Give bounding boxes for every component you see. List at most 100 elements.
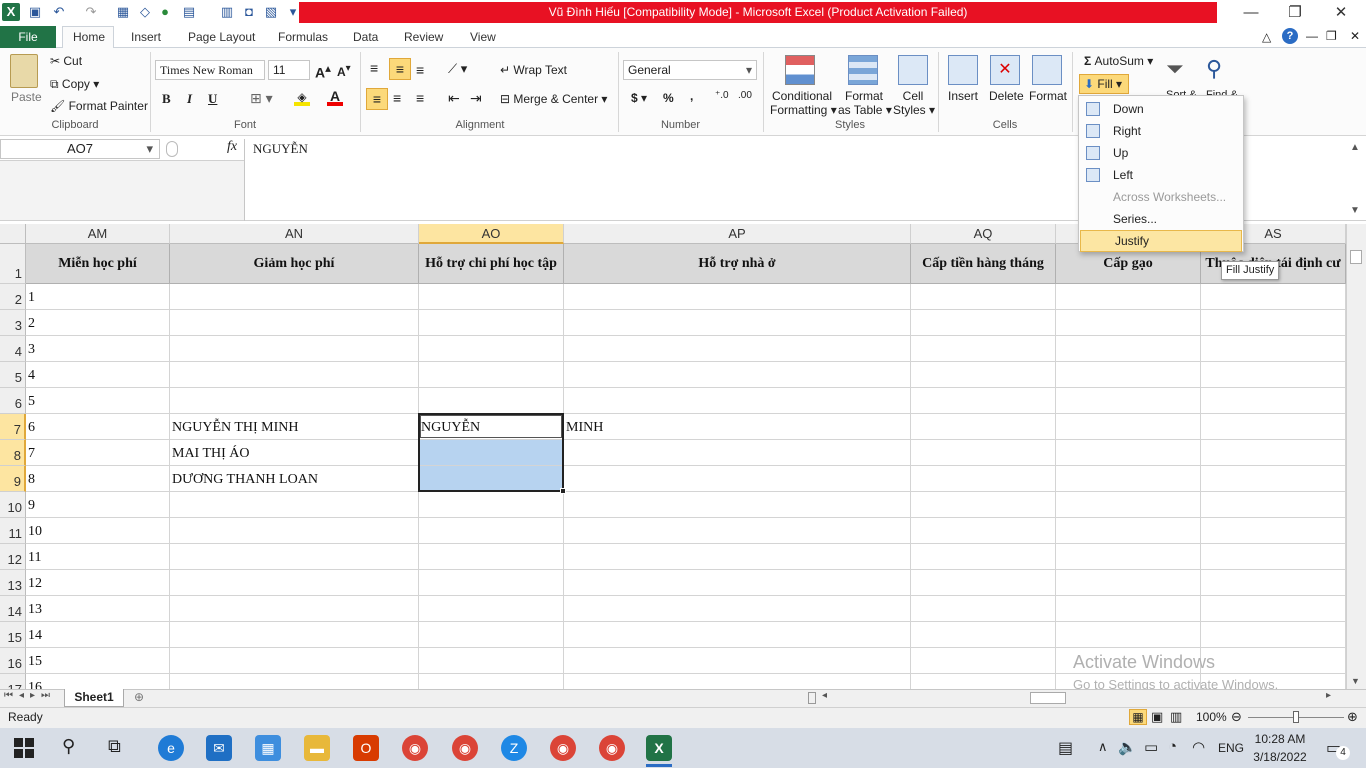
comma-button[interactable]: , bbox=[690, 89, 693, 103]
scroll-down-icon[interactable]: ▼ bbox=[1351, 676, 1360, 686]
cell-an-16[interactable] bbox=[170, 648, 419, 674]
cell-ap-9[interactable] bbox=[564, 466, 911, 492]
format-as-table-button[interactable]: Format as Table ▾ bbox=[838, 89, 892, 117]
binoculars-icon[interactable]: ⚲ bbox=[1206, 56, 1222, 82]
edge-icon[interactable]: e bbox=[158, 735, 184, 761]
row-header-11[interactable]: 11 bbox=[0, 518, 26, 544]
wifi-icon[interactable]: ◠ bbox=[1192, 738, 1205, 756]
cell-am-9[interactable]: 8 bbox=[26, 466, 170, 492]
menu-item-justify[interactable]: Justify bbox=[1080, 230, 1242, 252]
cell-ar-13[interactable] bbox=[1056, 570, 1201, 596]
cell-ao-5[interactable] bbox=[419, 362, 564, 388]
menu-item-up[interactable]: Up bbox=[1079, 142, 1243, 164]
copy-button[interactable]: ⧉ Copy ▾ bbox=[50, 77, 99, 92]
align-bottom-icon[interactable]: ≡ bbox=[416, 62, 424, 78]
cell-ap-5[interactable] bbox=[564, 362, 911, 388]
cell-ao-10[interactable] bbox=[419, 492, 564, 518]
grow-font-icon[interactable]: A▴ bbox=[315, 61, 331, 81]
row-header-3[interactable]: 3 bbox=[0, 310, 26, 336]
minimize-icon[interactable]: — bbox=[1228, 0, 1274, 26]
menu-item-series[interactable]: Series... bbox=[1079, 208, 1243, 230]
number-format-box[interactable]: General ▾ bbox=[623, 60, 757, 80]
cell-am-7[interactable]: 6 bbox=[26, 414, 170, 440]
row-header-5[interactable]: 5 bbox=[0, 362, 26, 388]
cell-am-2[interactable]: 1 bbox=[26, 284, 170, 310]
split-handle[interactable] bbox=[808, 692, 816, 704]
cell-am-10[interactable]: 9 bbox=[26, 492, 170, 518]
cell-as-4[interactable] bbox=[1201, 336, 1346, 362]
cell-aq-12[interactable] bbox=[911, 544, 1056, 570]
cell-aq-2[interactable] bbox=[911, 284, 1056, 310]
tab-page-layout[interactable]: Page Layout bbox=[180, 26, 263, 48]
bold-button[interactable]: B bbox=[162, 91, 171, 107]
cell-ar-10[interactable] bbox=[1056, 492, 1201, 518]
shrink-font-icon[interactable]: A▾ bbox=[337, 63, 351, 79]
cell-ao-4[interactable] bbox=[419, 336, 564, 362]
windows-start-icon[interactable] bbox=[14, 738, 34, 758]
cell-ao-14[interactable] bbox=[419, 596, 564, 622]
chrome-profile-2-icon[interactable]: ◉ bbox=[550, 735, 576, 761]
cell-ar-15[interactable] bbox=[1056, 622, 1201, 648]
header-cell-ap[interactable]: Hỗ trợ nhà ở bbox=[564, 244, 911, 284]
increase-decimal-icon[interactable]: ⁺.0 bbox=[715, 90, 729, 101]
align-left-icon[interactable]: ≡ bbox=[366, 88, 388, 110]
tab-insert[interactable]: Insert bbox=[123, 26, 169, 48]
circle-icon[interactable]: ● bbox=[156, 3, 174, 21]
decrease-indent-icon[interactable]: ⇤ bbox=[448, 90, 460, 107]
cell-ap-4[interactable] bbox=[564, 336, 911, 362]
cell-as-12[interactable] bbox=[1201, 544, 1346, 570]
cell-as-2[interactable] bbox=[1201, 284, 1346, 310]
chrome-profile-3-icon[interactable]: ◉ bbox=[599, 735, 625, 761]
cell-am-16[interactable]: 15 bbox=[26, 648, 170, 674]
cell-as-13[interactable] bbox=[1201, 570, 1346, 596]
cell-an-4[interactable] bbox=[170, 336, 419, 362]
name-box[interactable]: AO7 ▾ bbox=[0, 139, 160, 159]
cell-ar-2[interactable] bbox=[1056, 284, 1201, 310]
cell-as-14[interactable] bbox=[1201, 596, 1346, 622]
cell-an-2[interactable] bbox=[170, 284, 419, 310]
cell-ar-7[interactable] bbox=[1056, 414, 1201, 440]
cell-as-15[interactable] bbox=[1201, 622, 1346, 648]
cell-ap-13[interactable] bbox=[564, 570, 911, 596]
format-painter-button[interactable]: 🖌 Format Painter bbox=[50, 99, 148, 113]
fill-button[interactable]: ⬇ Fill ▾ bbox=[1079, 74, 1129, 94]
cell-styles-icon[interactable] bbox=[898, 55, 928, 85]
align-top-icon[interactable]: ≡ bbox=[370, 60, 378, 76]
worksheet-grid[interactable]: AMANAOAPAQARAS1234567891011121314151617M… bbox=[0, 224, 1346, 700]
battery-icon[interactable]: ▭ bbox=[1144, 738, 1158, 756]
cell-ar-5[interactable] bbox=[1056, 362, 1201, 388]
cell-as-8[interactable] bbox=[1201, 440, 1346, 466]
tab-view[interactable]: View bbox=[462, 26, 504, 48]
new-sheet-icon[interactable]: ⊕ bbox=[134, 690, 144, 704]
cell-ap-2[interactable] bbox=[564, 284, 911, 310]
currency-button[interactable]: $ ▾ bbox=[631, 91, 647, 105]
cell-ao-8[interactable] bbox=[419, 440, 564, 466]
column-header-am[interactable]: AM bbox=[26, 224, 170, 244]
cell-an-8[interactable]: MAI THỊ ÁO bbox=[170, 440, 419, 466]
conditional-formatting-button[interactable]: Conditional Formatting ▾ bbox=[770, 89, 837, 117]
cell-am-6[interactable]: 5 bbox=[26, 388, 170, 414]
font-color-icon[interactable]: A bbox=[327, 88, 343, 106]
decrease-decimal-icon[interactable]: .00 bbox=[738, 90, 752, 101]
cell-ap-6[interactable] bbox=[564, 388, 911, 414]
eraser-icon[interactable]: ◇ bbox=[136, 3, 154, 21]
formula-scroll-down-icon[interactable]: ▼ bbox=[1350, 205, 1360, 216]
borders-icon[interactable]: ⊞ ▾ bbox=[250, 90, 273, 107]
merge-center-button[interactable]: ⊟ Merge & Center ▾ bbox=[500, 92, 607, 106]
delete-cells-icon[interactable]: ✕ bbox=[990, 55, 1020, 85]
cell-aq-13[interactable] bbox=[911, 570, 1056, 596]
task-view-icon[interactable]: ⧉ bbox=[108, 736, 121, 757]
save-icon[interactable]: ▣ bbox=[26, 3, 44, 21]
cell-ap-8[interactable] bbox=[564, 440, 911, 466]
page-layout-view-icon[interactable]: ▣ bbox=[1151, 709, 1163, 725]
language-indicator[interactable]: ENG bbox=[1218, 741, 1244, 755]
tray-chevron-icon[interactable]: ∧ bbox=[1098, 739, 1108, 755]
table-icon[interactable]: ▥ bbox=[218, 3, 236, 21]
cell-am-5[interactable]: 4 bbox=[26, 362, 170, 388]
cell-ao-6[interactable] bbox=[419, 388, 564, 414]
hscroll-right-icon[interactable]: ▸ bbox=[1326, 690, 1331, 701]
sort-filter-icon[interactable]: ⏷ bbox=[1166, 56, 1184, 82]
tab-file[interactable]: File bbox=[0, 26, 56, 48]
cell-ap-3[interactable] bbox=[564, 310, 911, 336]
row-header-12[interactable]: 12 bbox=[0, 544, 26, 570]
